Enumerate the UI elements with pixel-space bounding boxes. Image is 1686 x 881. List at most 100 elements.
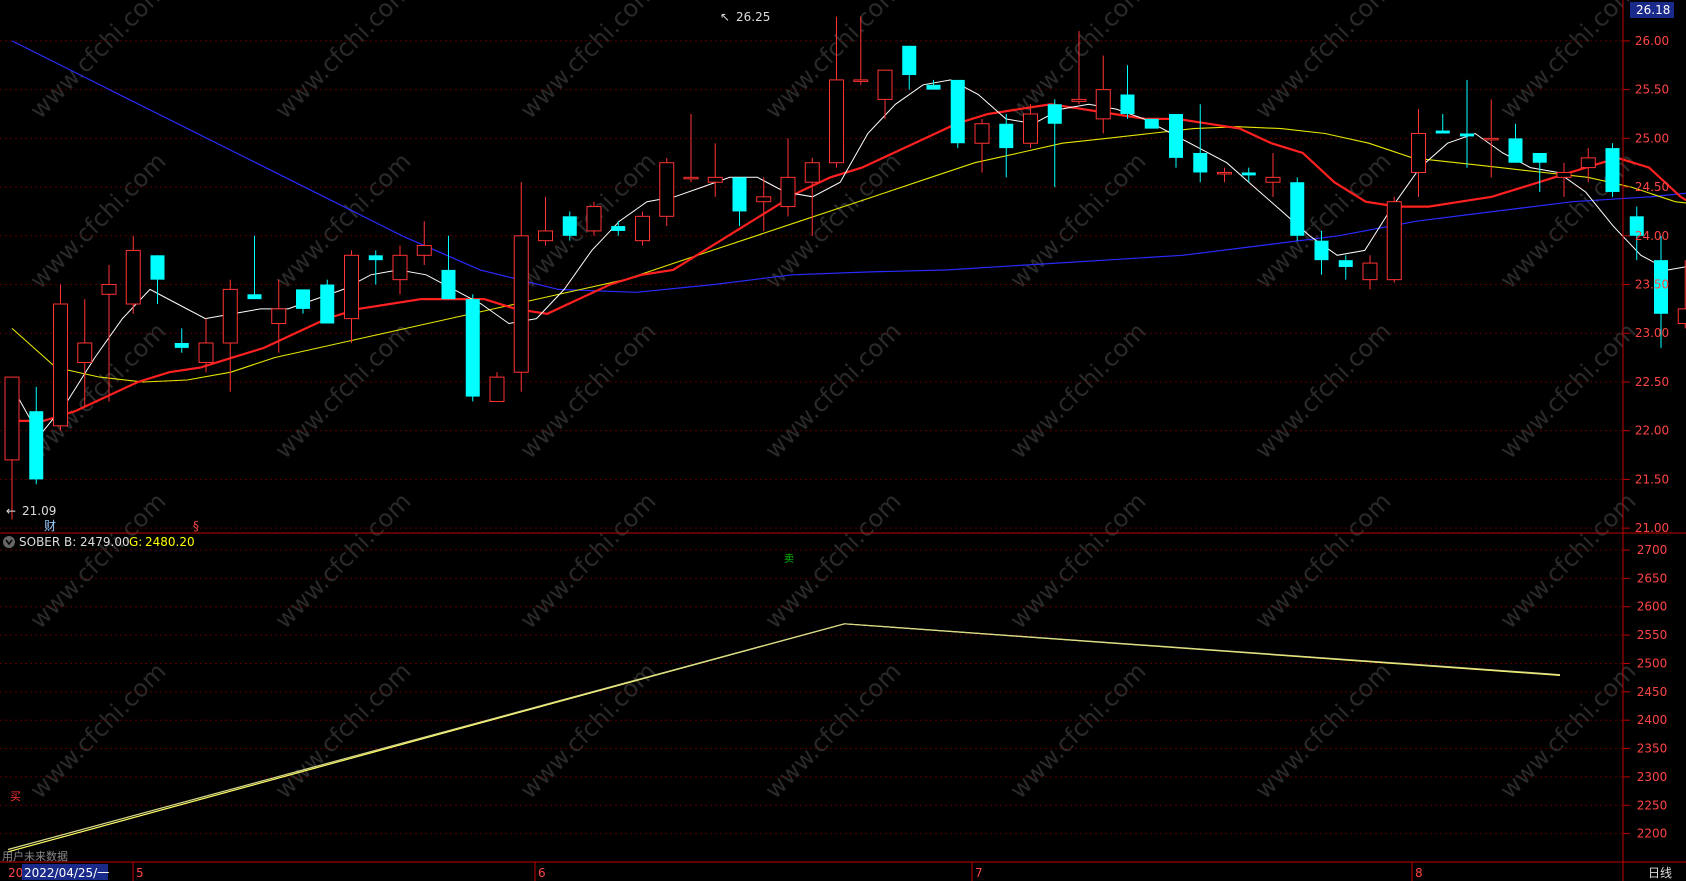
candle-body (562, 216, 577, 236)
indicator-name[interactable]: SOBER (19, 535, 60, 549)
indicator-tick-label: 2600 (1637, 600, 1668, 614)
candle-body (1435, 130, 1450, 134)
candle-body (1605, 148, 1620, 192)
price-tick-label: 21.50 (1635, 472, 1669, 486)
candle-body (320, 284, 335, 324)
indicator-tick-label: 2550 (1637, 628, 1668, 642)
candle (950, 79, 965, 149)
indicator-b-label: B: (64, 535, 76, 549)
candle-body (950, 79, 965, 144)
buy-signal-mark: 买 (10, 790, 21, 803)
candle-body (683, 176, 699, 180)
candle-body (853, 79, 869, 82)
candle (1605, 143, 1620, 197)
indicator-menu-icon[interactable] (3, 536, 15, 548)
current-price-label: 26.18 (1636, 3, 1670, 17)
candle-body (150, 255, 165, 280)
candle-body (77, 342, 93, 363)
candle-body (659, 162, 675, 217)
high-price-label: 26.25 (736, 10, 770, 24)
candle-body (392, 254, 408, 281)
month-label-6: 6 (538, 866, 546, 880)
price-tick-label: 22.00 (1635, 424, 1669, 438)
candle (1144, 118, 1159, 129)
candle-body (222, 288, 238, 344)
price-tick-label: 25.00 (1635, 131, 1669, 145)
price-tick-label: 24.00 (1635, 229, 1669, 243)
month-label-5: 5 (136, 866, 144, 880)
candle-body (1265, 176, 1281, 183)
financial-report-mark: 财 (44, 519, 56, 533)
candle-body (804, 162, 820, 183)
indicator-tick-label: 2250 (1637, 798, 1668, 812)
indicator-tick-label: 2450 (1637, 685, 1668, 699)
candle-body (489, 376, 505, 402)
candle-body (1290, 182, 1305, 236)
candle-body (611, 226, 626, 231)
candle-body (271, 308, 287, 325)
candle-body (247, 294, 262, 300)
candle-body (1193, 152, 1208, 173)
candle-body (756, 196, 772, 203)
candle-body (732, 177, 747, 212)
candle (586, 201, 602, 236)
indicator-tick-label: 2650 (1637, 571, 1668, 585)
indicator-g-value: 2480.20 (145, 535, 195, 549)
chart-svg: www.cfchi.com www.cfchi.com www.cfchi.com w… (0, 0, 1686, 881)
price-tick-label: 26.00 (1635, 34, 1669, 48)
candle-body (1483, 137, 1499, 141)
candle-body (101, 284, 117, 295)
price-tick-label: 23.50 (1635, 278, 1669, 292)
candle-body (877, 69, 893, 100)
candle-body (926, 84, 941, 90)
indicator-g-label: G: (129, 535, 142, 549)
candle-body (1095, 89, 1111, 120)
candle (320, 279, 335, 324)
indicator-b-value: 2479.00 (80, 535, 130, 549)
candle-body (1386, 201, 1402, 281)
candle-body (198, 342, 214, 363)
candle-body (1023, 113, 1038, 144)
candle-body (125, 249, 141, 305)
price-tick-label: 23.00 (1635, 326, 1669, 340)
candle-body (344, 254, 359, 320)
candle (53, 284, 68, 431)
candle-body (53, 303, 68, 427)
candle-body (1071, 98, 1087, 102)
candle-body (1362, 262, 1378, 281)
candle-body (368, 255, 383, 261)
price-tick-label: 25.50 (1635, 83, 1669, 97)
candle-body (1144, 118, 1159, 129)
candle-body (780, 176, 796, 208)
candle-body (174, 342, 189, 348)
period-daily[interactable]: 日线 (1648, 866, 1672, 880)
indicator-tick-label: 2300 (1637, 770, 1668, 784)
candle-body (465, 299, 480, 397)
month-label-7: 7 (975, 866, 983, 880)
candle-body (1508, 138, 1523, 163)
month-label-8: 8 (1415, 866, 1423, 880)
candle-body (1580, 157, 1596, 169)
candle (465, 294, 480, 402)
high-marker-arrow: ↖ (720, 10, 730, 24)
indicator-tick-label: 2400 (1637, 713, 1668, 727)
candle-body (635, 215, 650, 242)
candle-body (999, 123, 1014, 149)
price-tick-label: 24.50 (1635, 180, 1669, 194)
candle-body (538, 230, 553, 242)
candle-body (513, 235, 529, 373)
sell-signal-mark: 卖 (784, 553, 794, 565)
candle-body (441, 269, 456, 300)
candle-body (1411, 132, 1426, 173)
candle-body (1241, 172, 1256, 176)
candle-body (1338, 260, 1353, 267)
candle-body (1120, 94, 1135, 115)
candle-body (1169, 114, 1183, 158)
indicator-tick-label: 2700 (1637, 543, 1668, 557)
cursor-date: 2022/04/25/一 (24, 866, 109, 880)
candle (1386, 196, 1402, 283)
indicator-tick-label: 2200 (1637, 827, 1668, 841)
chart-area: www.cfchi.com www.cfchi.com www.cfchi.com w… (0, 0, 1686, 881)
indicator-tick-label: 2500 (1637, 656, 1668, 670)
candle-body (416, 245, 432, 256)
